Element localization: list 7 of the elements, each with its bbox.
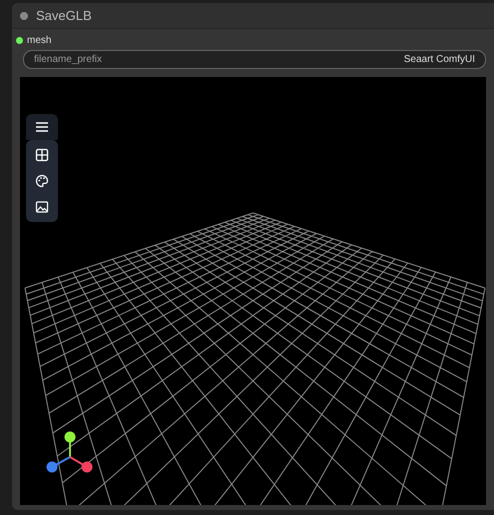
3d-viewport[interactable] [20,77,486,505]
input-slot-dot[interactable] [16,37,23,44]
menu-icon[interactable] [26,114,58,140]
node-title: SaveGLB [36,8,92,23]
input-label: mesh [27,35,52,46]
collapse-dot-icon[interactable] [20,12,28,20]
text-widget[interactable]: filename_prefix Seaart ComfyUI [23,50,486,69]
